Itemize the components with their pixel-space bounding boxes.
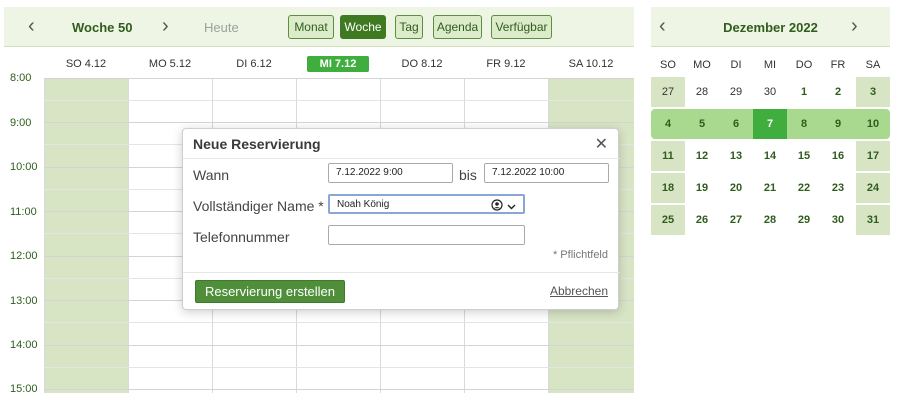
mini-calendar-day[interactable]: 9 xyxy=(821,109,855,139)
mini-calendar-day[interactable]: 8 xyxy=(787,109,821,139)
to-datetime-input[interactable]: 7.12.2022 10:00 xyxy=(484,163,609,183)
weekday-label: SA xyxy=(865,59,881,71)
weekday-label: DO xyxy=(795,59,813,71)
weekday-label: FR xyxy=(830,59,846,71)
user-circle-icon xyxy=(491,199,503,218)
time-label: 11:00 xyxy=(10,206,37,218)
close-icon[interactable]: ✕ xyxy=(595,134,608,154)
mini-calendar-day[interactable]: 30 xyxy=(753,77,787,107)
mini-calendar-day[interactable]: 16 xyxy=(821,141,855,171)
day-header-today: MI 7.12 xyxy=(307,56,369,72)
view-month-button[interactable]: Monat xyxy=(288,15,334,39)
hour-line xyxy=(44,78,634,79)
view-week-button[interactable]: Woche xyxy=(340,15,386,39)
weekday-label: SO xyxy=(660,59,676,71)
time-label: 9:00 xyxy=(10,117,32,129)
dialog-title: Neue Reservierung xyxy=(193,136,321,152)
time-label: 14:00 xyxy=(10,339,38,351)
mini-calendar-day[interactable]: 29 xyxy=(719,77,753,107)
mini-calendar-day[interactable]: 10 xyxy=(856,109,890,139)
mini-calendar-day[interactable]: 24 xyxy=(856,173,890,203)
next-month-icon[interactable]: › xyxy=(851,16,858,36)
mini-calendar-header: ‹ Dezember 2022 › xyxy=(651,7,890,47)
mini-calendar-day[interactable]: 17 xyxy=(856,141,890,171)
mini-calendar-day[interactable]: 22 xyxy=(787,173,821,203)
phone-input[interactable] xyxy=(328,225,525,245)
weekday-label: DI xyxy=(730,59,742,71)
view-available-button[interactable]: Verfügbar xyxy=(491,15,552,39)
next-week-icon[interactable]: › xyxy=(162,16,169,36)
when-label: Wann xyxy=(193,167,230,183)
prev-week-icon[interactable]: ‹ xyxy=(28,16,35,36)
mini-calendar-day[interactable]: 6 xyxy=(719,109,753,139)
day-header: SA 10.12 xyxy=(568,58,614,70)
dialog-divider xyxy=(183,272,620,273)
mini-calendar-day[interactable]: 19 xyxy=(685,173,719,203)
day-header: MO 5.12 xyxy=(148,58,192,70)
mini-calendar-day-selected[interactable]: 7 xyxy=(753,109,787,139)
mini-calendar-day[interactable]: 1 xyxy=(787,77,821,107)
mini-calendar-day[interactable]: 25 xyxy=(651,205,685,235)
mini-calendar-day[interactable]: 26 xyxy=(685,205,719,235)
view-agenda-button[interactable]: Agenda xyxy=(433,15,482,39)
mini-calendar-day[interactable]: 23 xyxy=(821,173,855,203)
mini-calendar-day[interactable]: 20 xyxy=(719,173,753,203)
chevron-down-icon xyxy=(507,200,516,218)
mini-calendar-day[interactable]: 2 xyxy=(821,77,855,107)
half-hour-line xyxy=(44,100,634,101)
mini-calendar-day[interactable]: 30 xyxy=(821,205,855,235)
mini-calendar-day[interactable]: 14 xyxy=(753,141,787,171)
mini-calendar-day[interactable]: 5 xyxy=(685,109,719,139)
dialog-divider xyxy=(183,158,620,159)
mini-calendar-day[interactable]: 27 xyxy=(651,77,685,107)
half-hour-line xyxy=(44,367,634,368)
mini-calendar: ‹ Dezember 2022 › SO MO DI MI DO FR SA 2… xyxy=(651,7,890,237)
time-label: 8:00 xyxy=(10,72,32,84)
mini-calendar-day[interactable]: 13 xyxy=(719,141,753,171)
weekday-label: MI xyxy=(763,59,777,71)
mini-calendar-day[interactable]: 18 xyxy=(651,173,685,203)
time-label: 12:00 xyxy=(10,250,38,262)
week-label: Woche 50 xyxy=(72,20,133,35)
mini-calendar-day[interactable]: 28 xyxy=(753,205,787,235)
mini-calendar-day[interactable]: 15 xyxy=(787,141,821,171)
hour-line xyxy=(44,345,634,346)
mini-calendar-day[interactable]: 21 xyxy=(753,173,787,203)
view-day-button[interactable]: Tag xyxy=(395,15,423,39)
name-label: Vollständiger Name * xyxy=(193,198,324,214)
full-name-value: Noah König xyxy=(337,199,390,210)
mini-calendar-day[interactable]: 28 xyxy=(685,77,719,107)
phone-label: Telefonnummer xyxy=(193,229,290,245)
half-hour-line xyxy=(44,322,634,323)
day-header: DI 6.12 xyxy=(236,58,272,70)
mini-calendar-day[interactable]: 12 xyxy=(685,141,719,171)
mini-calendar-day[interactable]: 29 xyxy=(787,205,821,235)
new-reservation-dialog: Neue Reservierung ✕ Wann 7.12.2022 9:00 … xyxy=(182,128,620,310)
day-header: FR 9.12 xyxy=(486,58,526,70)
required-note: * Pflichtfeld xyxy=(552,249,608,261)
cancel-link[interactable]: Abbrechen xyxy=(550,284,608,298)
mini-calendar-day[interactable]: 31 xyxy=(856,205,890,235)
to-label: bis xyxy=(459,167,477,183)
time-label: 10:00 xyxy=(10,161,38,173)
day-header: SO 4.12 xyxy=(65,58,107,70)
mini-calendar-day[interactable]: 3 xyxy=(856,77,890,107)
from-datetime-input[interactable]: 7.12.2022 9:00 xyxy=(328,163,453,183)
day-header: DO 8.12 xyxy=(401,58,443,70)
week-toolbar: ‹ Woche 50 › Heute Monat Woche Tag Agend… xyxy=(4,7,634,47)
mini-calendar-day[interactable]: 11 xyxy=(651,141,685,171)
mini-calendar-day[interactable]: 4 xyxy=(651,109,685,139)
create-reservation-button[interactable]: Reservierung erstellen xyxy=(195,280,345,303)
weekday-label: MO xyxy=(693,59,711,71)
full-name-field[interactable]: Noah König xyxy=(328,194,525,214)
mini-calendar-day[interactable]: 27 xyxy=(719,205,753,235)
time-label: 13:00 xyxy=(10,295,38,307)
today-button[interactable]: Heute xyxy=(204,20,239,35)
hour-line xyxy=(44,389,634,390)
time-label: 15:00 xyxy=(10,383,38,393)
hour-line xyxy=(44,122,634,123)
